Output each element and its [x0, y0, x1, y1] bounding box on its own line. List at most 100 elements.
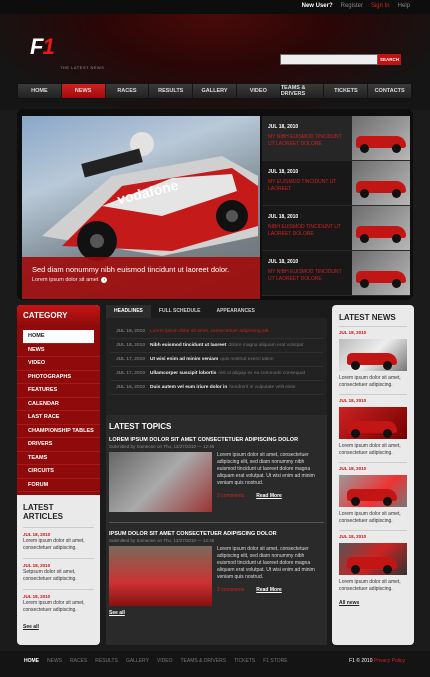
article-text[interactable]: Lorem ipsum dolor sit amet, consectetuer… — [23, 600, 94, 614]
see-all-articles-link[interactable]: See all — [23, 624, 94, 630]
read-more-link[interactable]: Read More — [256, 493, 282, 500]
headline-row[interactable]: JUL 18, 2010 Lorem ipsum dolor sit amet, … — [110, 325, 323, 339]
topic-image[interactable] — [109, 546, 212, 606]
comments-link[interactable]: 2 comments — [217, 493, 244, 500]
footer-link-races[interactable]: RACES — [70, 658, 87, 664]
site-logo[interactable]: F1 — [30, 34, 55, 60]
headline-row[interactable]: JUL 17, 2010 Ullamcorper suscipit loborti… — [110, 367, 323, 381]
nav-item-news[interactable]: NEWS — [61, 84, 106, 98]
topic-title[interactable]: IPSUM DOLOR SIT AMET CONSECTETUER ADIPIS… — [109, 531, 324, 537]
headline-title[interactable]: Ullamcorper suscipit lobortis — [150, 371, 216, 376]
latest-topics-heading: LATEST TOPICS — [109, 422, 172, 431]
news-text[interactable]: Lorem ipsum dolor sit amet, consectetuer… — [339, 579, 407, 593]
copyright: F1 © 2010 Privacy Policy — [349, 658, 405, 664]
headline-row[interactable]: JUL 16, 2010 Duis autem vel eum iriure do… — [110, 381, 323, 395]
footer-link-home[interactable]: HOME — [24, 658, 39, 664]
category-item-photographs[interactable]: PHOTOGRAPHS — [17, 371, 100, 384]
category-item-forum[interactable]: FORUM — [17, 479, 100, 492]
headline-summary: quis nostrud exerci tation — [220, 357, 274, 362]
see-all-topics-link[interactable]: See all — [109, 610, 324, 616]
headline-date: JUL 16, 2010 — [116, 385, 145, 390]
footer-link-f1-store[interactable]: F1 STORE — [263, 658, 287, 664]
category-item-calendar[interactable]: CALENDAR — [17, 398, 100, 411]
slider-thumbnail[interactable] — [352, 161, 410, 205]
news-item: JUL 18, 2010 Lorem ipsum dolor sit amet, … — [339, 530, 407, 598]
footer-link-results[interactable]: RESULTS — [95, 658, 118, 664]
slider-item-headline[interactable]: MY NIBH EUISMOD TINCIDUNT UT LAOREET DOL… — [268, 134, 346, 148]
footer-link-video[interactable]: VIDEO — [157, 658, 173, 664]
nav-item-home[interactable]: HOME — [18, 84, 62, 98]
category-item-home[interactable]: HOME — [23, 330, 94, 344]
read-more-link[interactable]: Read More — [256, 587, 282, 594]
sign-in-link[interactable]: Sign In — [371, 3, 390, 9]
tab-full-schedule[interactable]: FULL SCHEDULE — [151, 305, 209, 318]
nav-item-tickets[interactable]: TICKETS — [324, 84, 369, 98]
right-sidebar: LATEST NEWS JUL 18, 2010 Lorem ipsum dolo… — [332, 305, 414, 645]
headline-row[interactable]: JUL 17, 2010 Ut wisi enim ad minim veniam… — [110, 353, 323, 367]
article-date: JUL 18, 2010 — [23, 563, 51, 568]
news-text[interactable]: Lorem ipsum dolor sit amet, consectetuer… — [339, 511, 407, 525]
category-item-last-race[interactable]: LAST RACE — [17, 411, 100, 425]
news-image[interactable] — [339, 407, 407, 439]
privacy-policy-link[interactable]: Privacy Policy — [374, 658, 405, 664]
nav-item-results[interactable]: RESULTS — [149, 84, 194, 98]
category-item-features[interactable]: FEATURES — [17, 384, 100, 398]
slider-item[interactable]: JUL 18, 2010 MY NIBH EUISMOD TINCIDUNT UT… — [262, 251, 410, 296]
slider-item-headline[interactable]: MY EUISMOD TINCIDUNT UT LAOREET — [268, 179, 346, 193]
news-image[interactable] — [339, 475, 407, 507]
slider-thumbnail[interactable] — [352, 206, 410, 250]
footer-link-gallery[interactable]: GALLERY — [126, 658, 149, 664]
featured-image[interactable]: vodafone Sed diam nonummy nibh euismod t… — [22, 116, 260, 299]
category-item-teams[interactable]: TEAMS — [17, 452, 100, 465]
slider-item[interactable]: JUL 18, 2010 NIBH EUISMOD TINCIDUNT UT LA… — [262, 206, 410, 251]
nav-item-races[interactable]: RACES — [106, 84, 150, 98]
article-text[interactable]: Setpsum dolor sit amet, consectetuer adi… — [23, 569, 94, 583]
category-list: HOME NEWS VIDEO PHOTOGRAPHS FEATURES CALENDAR… — [17, 327, 100, 495]
tab-appearances[interactable]: APPEARANCES — [208, 305, 262, 318]
category-item-news[interactable]: NEWS — [17, 344, 100, 357]
all-news-link[interactable]: All news — [339, 600, 407, 606]
headline-title[interactable]: Lorem ipsum dolor sit amet, consectetuer… — [150, 329, 268, 334]
category-item-circuits[interactable]: CIRCUITS — [17, 465, 100, 479]
category-item-drivers[interactable]: DRIVERS — [17, 438, 100, 452]
slider-thumbnail[interactable] — [352, 116, 410, 160]
news-image[interactable] — [339, 339, 407, 371]
topic-image[interactable] — [109, 452, 212, 512]
tab-headlines[interactable]: HEADLINES — [106, 305, 151, 318]
article-text[interactable]: Lorem ipsum dolor sit amet, consectetuer… — [23, 538, 94, 552]
footer-link-teams-drivers[interactable]: TEAMS & DRIVERS — [180, 658, 226, 664]
slider-item-headline[interactable]: NIBH EUISMOD TINCIDUNT UT LAOREET DOLORE — [268, 224, 346, 238]
headline-row[interactable]: JUL 18, 2010 Nibh euismod tincidunt ut la… — [110, 339, 323, 353]
category-item-video[interactable]: VIDEO — [17, 357, 100, 371]
news-text[interactable]: Lorem ipsum dolor sit amet, consectetuer… — [339, 375, 407, 389]
slider-thumbnail[interactable] — [352, 251, 410, 295]
center-column: HEADLINES FULL SCHEDULE APPEARANCES JUL 18… — [106, 305, 327, 645]
category-item-championship-tables[interactable]: CHAMPIONSHIP TABLES — [17, 425, 100, 438]
nav-item-gallery[interactable]: GALLERY — [193, 84, 237, 98]
nav-item-teams-drivers[interactable]: TEAMS & DRIVERS — [281, 84, 325, 98]
search-input[interactable] — [280, 54, 378, 65]
arrow-icon[interactable]: › — [101, 277, 108, 283]
nav-item-video[interactable]: VIDEO — [237, 84, 281, 98]
slider-item-headline[interactable]: MY NIBH EUISMOD TINCIDUNT UT LAOREET DOL… — [268, 269, 346, 283]
nav-item-contacts[interactable]: CONTACTS — [368, 84, 413, 98]
comments-link[interactable]: 2 comments — [217, 587, 244, 594]
topic-title[interactable]: LOREM IPSUM DOLOR SIT AMET CONSECTETUER … — [109, 437, 324, 443]
slider-item[interactable]: JUL 18, 2010 MY EUISMOD TINCIDUNT UT LAOR… — [262, 161, 410, 206]
search-button[interactable]: SEARCH — [378, 54, 401, 65]
category-heading: CATEGORY — [17, 305, 100, 327]
register-link[interactable]: Register — [341, 3, 363, 9]
slider-item[interactable]: JUL 18, 2010 MY NIBH EUISMOD TINCIDUNT UT… — [262, 116, 410, 161]
car-thumbnail-icon — [347, 489, 397, 506]
footer-link-news[interactable]: NEWS — [47, 658, 62, 664]
headline-title[interactable]: Duis autem vel eum iriure dolor in — [150, 385, 227, 390]
news-image[interactable] — [339, 543, 407, 575]
car-thumbnail-icon — [356, 136, 406, 153]
headline-title[interactable]: Nibh euismod tincidunt ut laoreet — [150, 343, 226, 348]
help-link[interactable]: Help — [398, 3, 410, 9]
featured-title[interactable]: Sed diam nonummy nibh euismod tincidunt … — [32, 265, 250, 275]
news-text[interactable]: Lorem ipsum dolor sit amet, consectetuer… — [339, 443, 407, 457]
footer-link-tickets[interactable]: TICKETS — [234, 658, 255, 664]
headline-summary: dolore magna aliquam erat volutpat — [228, 343, 304, 348]
headline-title[interactable]: Ut wisi enim ad minim veniam — [150, 357, 218, 362]
